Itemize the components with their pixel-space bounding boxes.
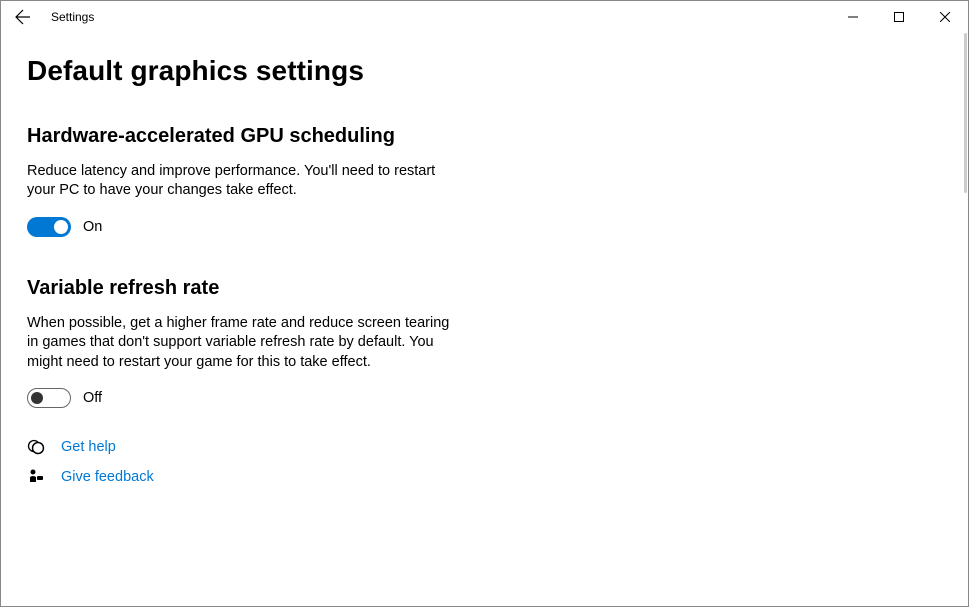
toggle-knob (31, 392, 43, 404)
gpu-scheduling-toggle-row: On (27, 217, 942, 237)
variable-refresh-toggle-label: Off (83, 390, 102, 406)
maximize-button[interactable] (876, 1, 922, 33)
get-help-row: Get help (27, 438, 942, 456)
variable-refresh-title: Variable refresh rate (27, 277, 942, 300)
gpu-scheduling-description: Reduce latency and improve performance. … (27, 162, 457, 201)
section-variable-refresh: Variable refresh rate When possible, get… (27, 277, 942, 408)
maximize-icon (894, 12, 904, 22)
get-help-link[interactable]: Get help (61, 439, 116, 455)
give-feedback-link[interactable]: Give feedback (61, 469, 154, 485)
app-title: Settings (51, 10, 94, 24)
help-icon (27, 438, 45, 456)
gpu-scheduling-toggle[interactable] (27, 217, 71, 237)
minimize-button[interactable] (830, 1, 876, 33)
give-feedback-row: Give feedback (27, 468, 942, 486)
variable-refresh-toggle[interactable] (27, 388, 71, 408)
scrollbar-thumb[interactable] (964, 33, 967, 193)
scrollbar[interactable] (962, 33, 967, 605)
gpu-scheduling-toggle-label: On (83, 219, 102, 235)
toggle-knob (54, 220, 68, 234)
back-arrow-icon (15, 9, 31, 25)
gpu-scheduling-title: Hardware-accelerated GPU scheduling (27, 125, 942, 148)
back-button[interactable] (1, 1, 45, 33)
close-icon (940, 12, 950, 22)
variable-refresh-toggle-row: Off (27, 388, 942, 408)
section-gpu-scheduling: Hardware-accelerated GPU scheduling Redu… (27, 125, 942, 237)
feedback-icon (27, 468, 45, 486)
page-title: Default graphics settings (27, 55, 942, 87)
window-controls (830, 1, 968, 33)
variable-refresh-description: When possible, get a higher frame rate a… (27, 314, 457, 372)
titlebar: Settings (1, 1, 968, 33)
minimize-icon (848, 12, 858, 22)
content-area: Default graphics settings Hardware-accel… (1, 33, 968, 520)
close-button[interactable] (922, 1, 968, 33)
